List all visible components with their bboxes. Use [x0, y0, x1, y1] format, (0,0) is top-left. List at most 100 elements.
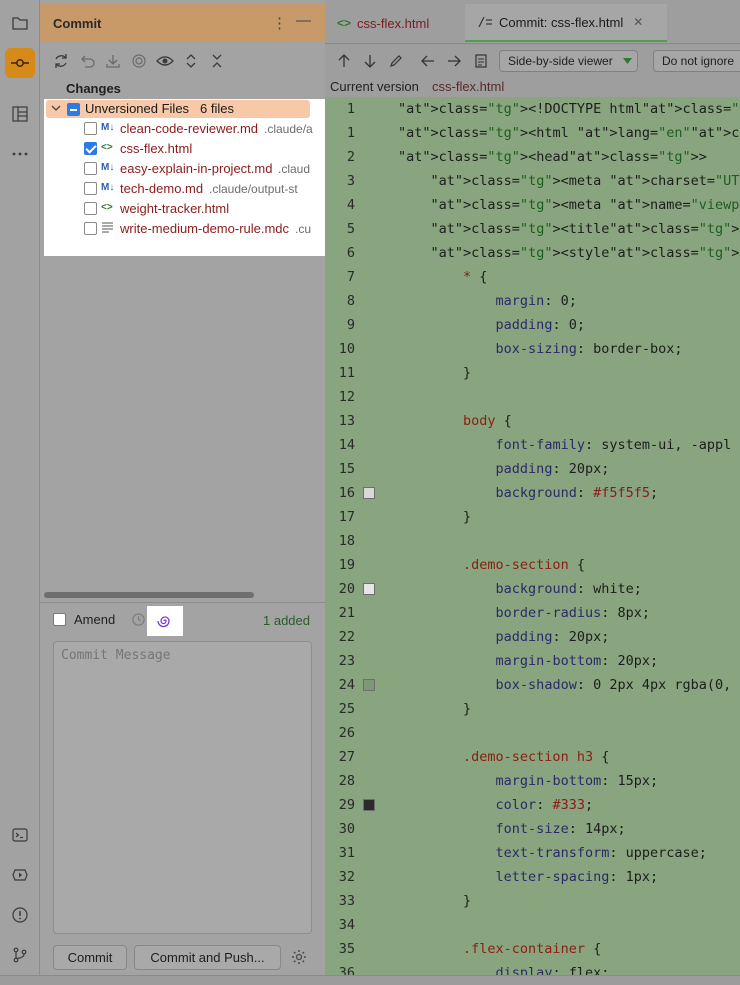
code-line: 29 color: #333;: [325, 793, 740, 817]
arrow-down-icon[interactable]: [362, 53, 378, 69]
code-text: box-sizing: border-box;: [495, 341, 683, 357]
file-name: easy-explain-in-project.md: [120, 161, 273, 176]
line-number: 34: [338, 917, 355, 933]
terminal-icon[interactable]: [5, 820, 35, 850]
markdown-icon: M↓: [101, 182, 115, 193]
ai-generate-message-button[interactable]: [147, 606, 183, 636]
file-checkbox[interactable]: [84, 142, 97, 155]
line-number: 26: [338, 725, 355, 741]
line-number: 9: [346, 317, 355, 333]
structure-icon[interactable]: [5, 99, 35, 129]
code-editor[interactable]: 1 "at">class="tg"><!DOCTYPE html"at">clas…: [325, 97, 740, 975]
color-swatch[interactable]: [363, 583, 375, 595]
code-line: 10 box-sizing: border-box;: [325, 337, 740, 361]
code-text: "at">class="tg"><head"at">class="tg">>: [398, 149, 707, 165]
unversioned-files-group[interactable]: Unversioned Files 6 files: [46, 100, 310, 118]
file-row[interactable]: M↓ easy-explain-in-project.md .claud: [44, 159, 327, 179]
minimize-icon[interactable]: —: [296, 12, 311, 29]
refresh-icon[interactable]: [52, 52, 70, 70]
document-icon[interactable]: [473, 53, 489, 69]
code-line: 17 }: [325, 505, 740, 529]
project-folder-icon[interactable]: [5, 8, 35, 38]
services-icon[interactable]: [5, 860, 35, 890]
tab-css-flex[interactable]: <> css-flex.html: [337, 4, 429, 42]
eye-icon[interactable]: [156, 52, 174, 70]
line-number: 24: [338, 677, 355, 693]
arrow-right-icon[interactable]: [446, 53, 462, 69]
horizontal-scrollbar[interactable]: [44, 592, 254, 598]
html-file-icon: <>: [101, 202, 113, 213]
commit-and-push-button[interactable]: Commit and Push...: [134, 945, 281, 970]
clock-icon[interactable]: [131, 612, 146, 627]
code-text: "at">class="tg"><html "at">lang="en""at"…: [398, 125, 740, 141]
code-line: 6 "at">class="tg"><style"at">class="tg">…: [325, 241, 740, 265]
line-number: 2: [346, 149, 355, 165]
group-partial-checkbox[interactable]: [67, 103, 80, 116]
code-text: font-size: 14px;: [495, 821, 626, 837]
ai-spiral-icon: [157, 616, 170, 628]
code-line: 26: [325, 721, 740, 745]
file-row[interactable]: M↓ tech-demo.md .claude/output-st: [44, 179, 327, 199]
line-number: 15: [338, 461, 355, 477]
git-branch-icon[interactable]: [5, 940, 35, 970]
panel-divider[interactable]: [40, 602, 325, 603]
code-line: 31 text-transform: uppercase;: [325, 841, 740, 865]
html-file-icon: <>: [337, 16, 352, 30]
download-icon[interactable]: [104, 52, 122, 70]
commit-button[interactable]: Commit: [53, 945, 127, 970]
file-row[interactable]: <> css-flex.html: [44, 139, 327, 159]
commit-message-input[interactable]: [53, 641, 312, 934]
collapse-all-icon[interactable]: [208, 52, 226, 70]
problems-icon[interactable]: [5, 900, 35, 930]
gear-icon[interactable]: [290, 948, 308, 966]
code-line: 11 }: [325, 361, 740, 385]
arrow-up-icon[interactable]: [336, 53, 352, 69]
file-checkbox[interactable]: [84, 202, 97, 215]
line-number: 19: [338, 557, 355, 573]
chevron-down-icon[interactable]: [51, 103, 61, 113]
arrow-left-icon[interactable]: [420, 53, 436, 69]
file-checkbox[interactable]: [84, 162, 97, 175]
html-file-icon: <>: [101, 142, 113, 153]
code-text: "at">class="tg"><style"at">class="tg">>: [430, 245, 740, 261]
file-row[interactable]: write-medium-demo-rule.mdc .cu: [44, 219, 327, 239]
file-checkbox[interactable]: [84, 182, 97, 195]
commit-tool-icon[interactable]: [5, 48, 35, 78]
code-line: 35 .flex-container {: [325, 937, 740, 961]
amend-label[interactable]: Amend: [74, 612, 115, 627]
code-text: padding: 20px;: [495, 461, 610, 477]
code-line: 13 body {: [325, 409, 740, 433]
code-line: 28 margin-bottom: 15px;: [325, 769, 740, 793]
color-swatch[interactable]: [363, 487, 375, 499]
expand-all-icon[interactable]: [182, 52, 200, 70]
whitespace-ignore-select[interactable]: Do not ignore: [653, 50, 740, 72]
code-line: 7 * {: [325, 265, 740, 289]
file-checkbox[interactable]: [84, 222, 97, 235]
commit-panel: Commit ⋮ — Changes Unversioned Files 6 f…: [40, 0, 330, 975]
shelve-icon[interactable]: [130, 52, 148, 70]
color-swatch[interactable]: [363, 799, 375, 811]
text-file-icon: [101, 221, 119, 235]
edit-pencil-icon[interactable]: [388, 53, 404, 69]
amend-checkbox[interactable]: [53, 613, 66, 626]
close-tab-icon[interactable]: ✕: [633, 15, 643, 29]
file-name: tech-demo.md: [120, 181, 204, 196]
options-kebab-icon[interactable]: ⋮: [272, 14, 287, 32]
code-text: background: white;: [495, 581, 642, 597]
code-text: "at">class="tg"><title"at">class="tg">>C…: [430, 221, 740, 237]
file-row[interactable]: M↓ clean-code-reviewer.md .claude/a: [44, 119, 327, 139]
code-text: margin-bottom: 20px;: [495, 653, 659, 669]
rollback-icon[interactable]: [78, 52, 96, 70]
code-line: 14 font-family: system-ui, -appl: [325, 433, 740, 457]
more-tools-icon[interactable]: [5, 139, 35, 169]
color-swatch[interactable]: [363, 679, 375, 691]
tab-commit-css-flex[interactable]: Commit: css-flex.html ✕: [465, 4, 667, 42]
viewer-mode-select[interactable]: Side-by-side viewer: [499, 50, 638, 72]
panel-title: Commit: [53, 16, 102, 31]
code-line: 5 "at">class="tg"><title"at">class="tg">…: [325, 217, 740, 241]
code-line: 36 display: flex;: [325, 961, 740, 975]
file-checkbox[interactable]: [84, 122, 97, 135]
file-row[interactable]: <> weight-tracker.html: [44, 199, 327, 219]
code-text: }: [398, 365, 472, 381]
line-number: 5: [346, 221, 355, 237]
